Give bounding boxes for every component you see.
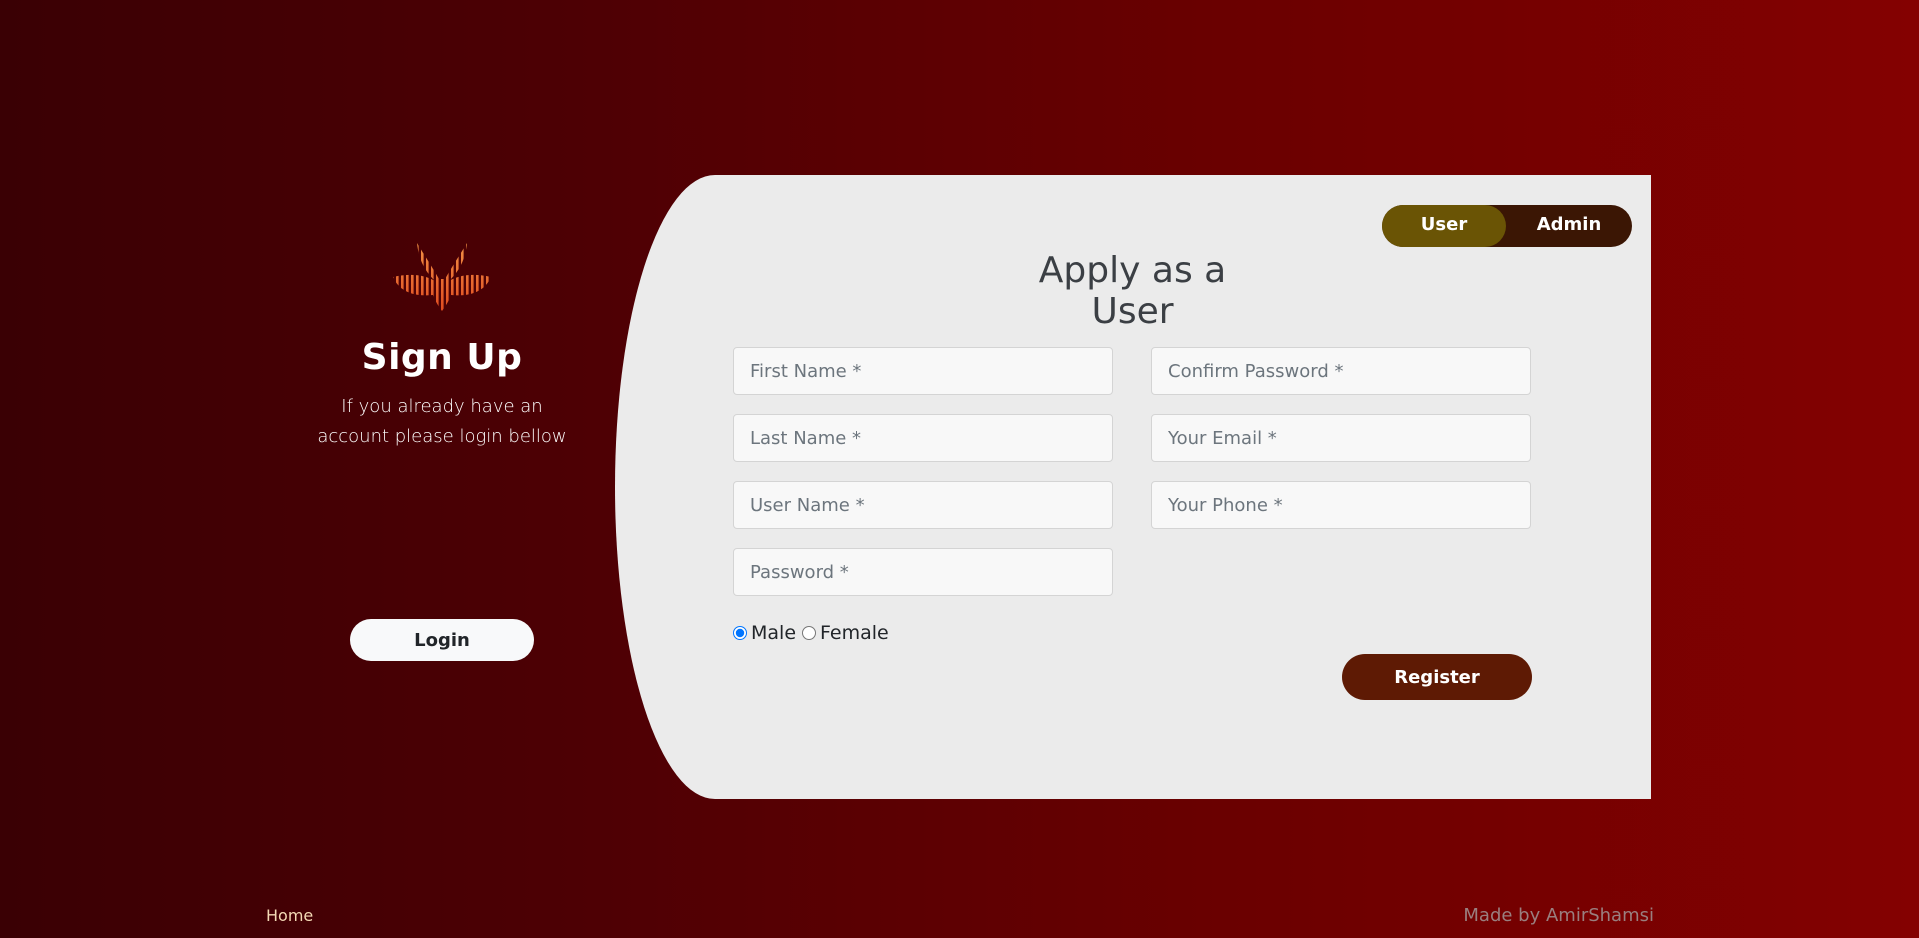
admin-role-tab[interactable]: Admin [1506,205,1632,247]
login-button[interactable]: Login [350,619,534,661]
lotus-logo-icon [393,243,491,311]
phone-input[interactable] [1151,481,1531,529]
gender-radio-group: Male Female [731,619,893,647]
female-radio-label[interactable]: Female [820,622,889,644]
register-button[interactable]: Register [1342,654,1532,700]
form-title: Apply as a User [1038,250,1227,332]
password-input[interactable] [733,548,1113,596]
home-link[interactable]: Home [266,906,313,925]
female-radio[interactable] [802,626,817,640]
footer-credit: Made by AmirShamsi [1463,905,1654,926]
first-name-input[interactable] [733,347,1113,395]
last-name-input[interactable] [733,414,1113,462]
male-radio-label[interactable]: Male [751,622,796,644]
male-radio[interactable] [733,626,747,640]
page-title: Sign Up [361,337,523,378]
role-toggle: User Admin [1382,205,1632,247]
email-input[interactable] [1151,414,1531,462]
user-name-input[interactable] [733,481,1113,529]
signup-subtitle: If you already have an account please lo… [317,396,567,447]
left-panel: Sign Up If you already have an account p… [292,235,592,452]
user-role-tab[interactable]: User [1382,205,1506,247]
confirm-password-input[interactable] [1151,347,1531,395]
